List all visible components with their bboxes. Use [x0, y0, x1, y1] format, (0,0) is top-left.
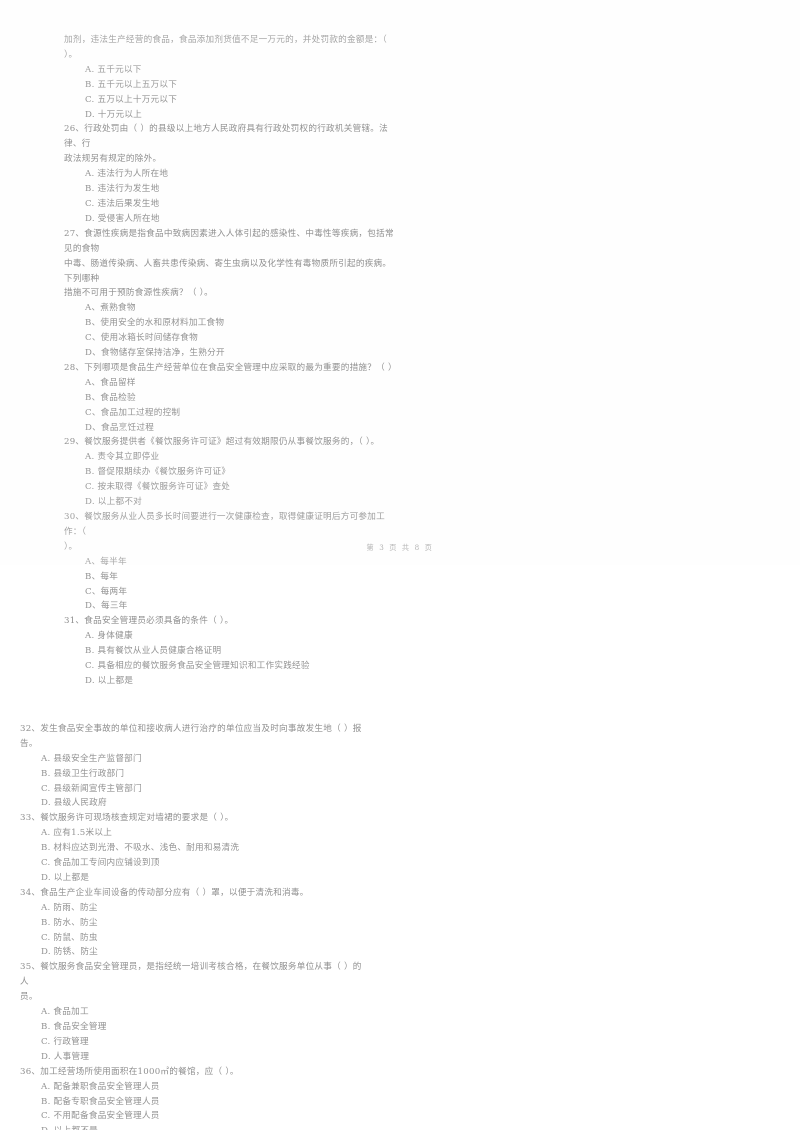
question-option: D、食物储存室保持洁净，生熟分开: [85, 348, 225, 359]
question-option: C. 违法后果发生地: [85, 198, 160, 209]
question-block-34: 34、食品生产企业车间设备的传动部分应有（ ）罩，以便于清洗和消毒。 A. 防雨…: [20, 886, 362, 961]
question-option: C. 五万以上十万元以下: [85, 94, 178, 105]
question-block-36: 36、加工经营场所使用面积在1000㎡的餐馆，应（ ）。 A. 配备兼职食品安全…: [20, 1065, 362, 1130]
question-option: C、每两年: [85, 586, 128, 597]
question-option: B. 材料应达到光滑、不吸水、浅色、耐用和易清洗: [41, 843, 240, 854]
left-column: 加剂，违法生产经营的食品，食品添加剂货值不足一万元的，并处罚款的金额是：（ ）。…: [0, 0, 400, 689]
question-option: A. 配备兼职食品安全管理人员: [41, 1081, 160, 1092]
question-option: B. 防水、防尘: [41, 917, 98, 928]
page-footer: 第 3 页 共 8 页: [366, 543, 434, 552]
question-option: A. 责令其立即停业: [85, 452, 160, 463]
question-block-31: 31、食品安全管理员必须具备的条件（ ）。 A. 身体健康 B. 具有餐饮从业人…: [64, 614, 394, 689]
question-option: A. 食品加工: [41, 1007, 89, 1018]
question-stem: 28、下列哪项是食品生产经营单位在食品安全管理中应采取的最为重要的措施？（ ）: [64, 362, 397, 373]
question-stem: 32、发生食品安全事故的单位和接收病人进行治疗的单位应当及时向事故发生地（ ）报…: [20, 723, 362, 749]
question-option: D、食品烹饪过程: [85, 422, 155, 433]
question-block-28: 28、下列哪项是食品生产经营单位在食品安全管理中应采取的最为重要的措施？（ ） …: [64, 361, 397, 436]
question-option: D. 以上都不对: [85, 497, 143, 508]
question-option: C. 防鼠、防虫: [41, 932, 98, 943]
question-option: B、食品检验: [85, 392, 136, 403]
question-option: D. 防锈、防尘: [41, 947, 99, 958]
question-option: D. 人事管理: [41, 1051, 90, 1062]
question-option: C. 具备相应的餐饮服务食品安全管理知识和工作实践经验: [85, 661, 310, 672]
question-option: D. 受侵害人所在地: [85, 213, 160, 224]
question-option: B. 配备专职食品安全管理人员: [41, 1096, 160, 1107]
question-option: B. 食品安全管理: [41, 1022, 107, 1032]
question-option: A. 县级安全生产监督部门: [41, 753, 142, 764]
question-stem-cont: 措施不可用于预防食源性疾病？（ ）。: [64, 288, 214, 299]
question-stem-cont: 政法规另有规定的除外。: [64, 154, 162, 165]
question-option: A. 防雨、防尘: [41, 902, 98, 913]
question-block-29: 29、餐饮服务提供者《餐饮服务许可证》超过有效期限仍从事餐饮服务的，（ ）。 A…: [64, 435, 394, 510]
question-option: D. 县级人民政府: [41, 798, 107, 809]
question-option: A、每半年: [85, 556, 127, 567]
question-stem-cont: 员。: [20, 992, 38, 1003]
question-option: D、每三年: [85, 601, 128, 612]
question-option: C. 县级新闻宣传主管部门: [41, 783, 142, 794]
question-block-33: 33、餐饮服务许可现场核查规定对墙裙的要求是（ ）。 A. 应有1.5米以上 B…: [20, 811, 362, 886]
right-column: 32、发生食品安全事故的单位和接收病人进行治疗的单位应当及时向事故发生地（ ）报…: [0, 689, 400, 1130]
question-stem: 34、食品生产企业车间设备的传动部分应有（ ）罩，以便于清洗和消毒。: [20, 887, 309, 898]
question-option: D. 以上都不是: [20, 1124, 362, 1130]
question-option: C. 食品加工专间内应铺设到顶: [41, 858, 160, 869]
question-block-32: 32、发生食品安全事故的单位和接收病人进行治疗的单位应当及时向事故发生地（ ）报…: [20, 722, 362, 811]
question-block-26: 26、行政处罚由（ ）的县级以上地方人民政府具有行政处罚权的行政机关管辖。法律、…: [64, 122, 394, 226]
question-option: D. 以上都是: [85, 675, 134, 686]
question-option: B、每年: [85, 571, 119, 582]
question-option: B. 县级卫生行政部门: [41, 768, 125, 779]
question-option: B. 督促限期续办《餐饮服务许可证》: [85, 467, 231, 478]
question-stem: 33、餐饮服务许可现场核查规定对墙裙的要求是（ ）。: [20, 813, 234, 824]
question-block-35: 35、餐饮服务食品安全管理员，是指经统一培训考核合格，在餐饮服务单位从事（ ）的…: [20, 960, 362, 1064]
question-option: A. 五千元以下: [85, 64, 142, 75]
question-option: B. 违法行为发生地: [85, 184, 160, 195]
question-block-30: 30、餐饮服务从业人员多长时间要进行一次健康检查，取得健康证明后方可参加工作：（…: [64, 510, 394, 614]
question-option: D. 十万元以上: [85, 109, 143, 120]
question-option: B. 具有餐饮从业人员健康合格证明: [85, 646, 222, 657]
question-option: B. 五千元以上五万以下: [85, 79, 178, 90]
question-option: C. 行政管理: [41, 1036, 89, 1047]
question-option: A. 违法行为人所在地: [85, 169, 169, 180]
question-stem: 31、食品安全管理员必须具备的条件（ ）。: [64, 616, 234, 627]
exam-page: 加剂，违法生产经营的食品，食品添加剂货值不足一万元的，并处罚款的金额是：（ ）。…: [0, 0, 800, 1130]
question-option: A、食品留样: [85, 377, 136, 388]
question-stem: 加剂，违法生产经营的食品，食品添加剂货值不足一万元的，并处罚款的金额是：（ ）。: [64, 35, 387, 60]
question-stem: 35、餐饮服务食品安全管理员，是指经统一培训考核合格，在餐饮服务单位从事（ ）的…: [20, 962, 362, 988]
question-stem-cont: 中毒、肠道传染病、人畜共患传染病、寄生虫病以及化学性有毒物质所引起的疾病。下列哪…: [64, 258, 392, 284]
question-option: B、使用安全的水和原材料加工食物: [85, 318, 225, 329]
question-option: C、使用冰箱长时间储存食物: [85, 333, 198, 344]
question-stem: 29、餐饮服务提供者《餐饮服务许可证》超过有效期限仍从事餐饮服务的，（ ）。: [64, 437, 380, 448]
question-option: A、煮熟食物: [85, 303, 136, 314]
question-option: C. 按未取得《餐饮服务许可证》查处: [85, 482, 231, 493]
question-option: A. 应有1.5米以上: [41, 828, 113, 839]
question-option: C. 不用配备食品安全管理人员: [41, 1111, 160, 1122]
question-stem: 27、食源性疾病是指食品中致病因素进入人体引起的感染性、中毒性等疾病，包括常见的…: [64, 228, 394, 254]
page-content-wrapper: 加剂，违法生产经营的食品，食品添加剂货值不足一万元的，并处罚款的金额是：（ ）。…: [0, 0, 800, 1130]
question-block-27: 27、食源性疾病是指食品中致病因素进入人体引起的感染性、中毒性等疾病，包括常见的…: [64, 227, 394, 361]
question-option: A. 身体健康: [85, 631, 133, 642]
question-stem: 36、加工经营场所使用面积在1000㎡的餐馆，应（ ）。: [20, 1066, 239, 1077]
question-stem: 26、行政处罚由（ ）的县级以上地方人民政府具有行政处罚权的行政机关管辖。法律、…: [64, 124, 388, 150]
question-stem: 30、餐饮服务从业人员多长时间要进行一次健康检查，取得健康证明后方可参加工作：（: [64, 512, 385, 537]
question-option: D. 以上都是: [41, 872, 90, 883]
question-option: C、食品加工过程的控制: [85, 407, 181, 418]
question-block: 加剂，违法生产经营的食品，食品添加剂货值不足一万元的，并处罚款的金额是：（ ）。…: [64, 33, 394, 122]
